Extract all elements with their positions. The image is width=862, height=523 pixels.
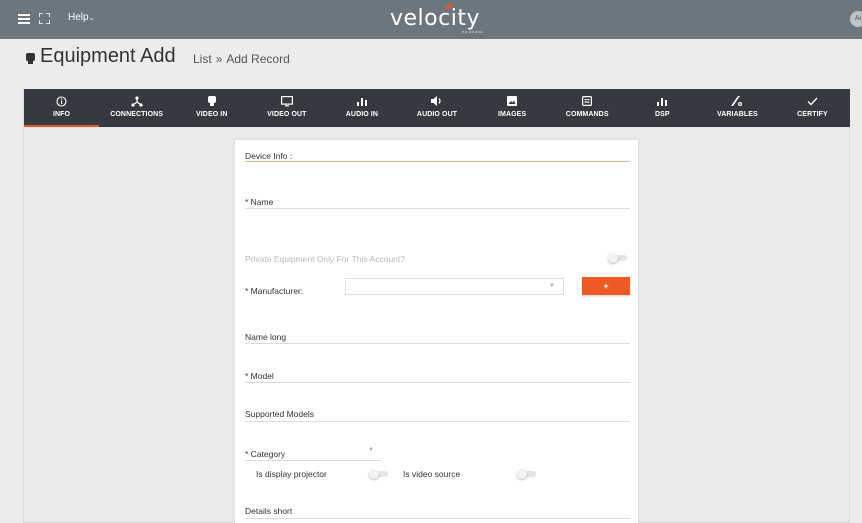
tab-video-in-label: VIDEO IN [195,111,228,118]
tab-variables-label: VARIABLES [716,111,758,118]
tab-audio-out-label: AUDIO OUT [416,111,458,118]
top-bar: Help⌄ velocity by Atlona Ai [0,0,862,39]
logo-text: velocity [390,6,480,31]
manufacturer-label: * Manufacturer: [245,286,304,296]
image-icon [475,95,550,107]
breadcrumb-current: Add Record [226,52,290,66]
variables-icon [700,95,775,107]
tab-certify[interactable]: CERTIFY [775,89,850,127]
tab-connections-label: CONNECTIONS [110,111,164,118]
details-short-label: Details short [245,506,293,516]
fullscreen-icon[interactable] [39,13,50,24]
model-field[interactable] [245,382,630,383]
device-icon [26,53,35,64]
supported-models-label: Supported Models [245,409,314,419]
help-menu[interactable]: Help⌄ [68,12,94,23]
name-field[interactable] [245,208,630,209]
private-equipment-toggle[interactable] [608,253,628,263]
video-in-icon [174,95,249,107]
connections-icon [99,95,174,107]
section-divider [245,161,630,162]
category-select[interactable] [245,460,382,461]
display-projector-label: Is display projector [256,469,327,479]
model-label: * Model [245,371,274,381]
monitor-icon [249,95,324,107]
name-field-label: * Name [245,197,274,207]
tab-connections[interactable]: CONNECTIONS [99,89,174,127]
details-short-field[interactable] [245,518,630,519]
page-title: Equipment Add [40,45,176,67]
user-avatar[interactable]: Ai [850,11,862,27]
tab-images[interactable]: IMAGES [475,89,550,127]
name-long-label: Name long [245,332,287,342]
tab-dsp[interactable]: DSP [625,89,700,127]
tab-audio-in-label: AUDIO IN [345,111,379,118]
check-icon [775,95,850,107]
private-equipment-label: Private Equipment Only For This Account? [245,254,406,264]
tab-audio-in[interactable]: AUDIO IN [324,89,399,127]
tab-dsp-label: DSP [654,111,670,118]
tab-video-out[interactable]: VIDEO OUT [249,89,324,127]
video-source-label: Is video source [403,469,461,479]
bars-icon [324,95,399,107]
section-title-device-info: Device Info : [245,151,293,161]
form-panel [235,140,638,523]
tab-audio-out[interactable]: AUDIO OUT [399,89,474,127]
breadcrumb-separator: » [215,52,223,66]
supported-models-field[interactable] [245,421,630,422]
add-manufacturer-button[interactable]: + [582,277,630,295]
chevron-down-icon: ⌄ [88,15,95,22]
tab-images-label: IMAGES [498,111,527,118]
breadcrumb-list-link[interactable]: List [193,52,212,66]
hamburger-menu-icon[interactable] [18,14,30,24]
name-long-field[interactable] [245,343,630,344]
info-icon [24,95,99,107]
tab-variables[interactable]: VARIABLES [700,89,775,127]
category-caret-icon: ▼ [368,447,374,453]
logo-subtitle: by Atlona [462,29,483,34]
tab-video-in[interactable]: VIDEO IN [174,89,249,127]
help-label: Help [68,12,89,23]
breadcrumb: List» Add Record [193,52,290,66]
tab-commands[interactable]: COMMANDS [550,89,625,127]
video-source-toggle[interactable] [517,469,537,479]
tab-info-label: INFO [52,111,71,118]
commands-icon [550,95,625,107]
tab-commands-label: COMMANDS [565,111,609,118]
tab-video-out-label: VIDEO OUT [267,111,307,118]
speaker-icon [399,95,474,107]
velocity-logo: velocity by Atlona [390,2,510,36]
tab-certify-label: CERTIFY [797,111,828,118]
manufacturer-select[interactable]: ▼ [345,278,564,295]
category-label: * Category [245,449,286,459]
bars-icon [625,95,700,107]
display-projector-toggle[interactable] [369,469,389,479]
active-tab-indicator [24,125,100,127]
dropdown-caret-icon: ▼ [549,283,555,289]
tab-bar: INFO CONNECTIONS VIDEO IN VIDEO OUT AUDI… [24,89,850,127]
tab-info[interactable]: INFO [24,89,100,127]
